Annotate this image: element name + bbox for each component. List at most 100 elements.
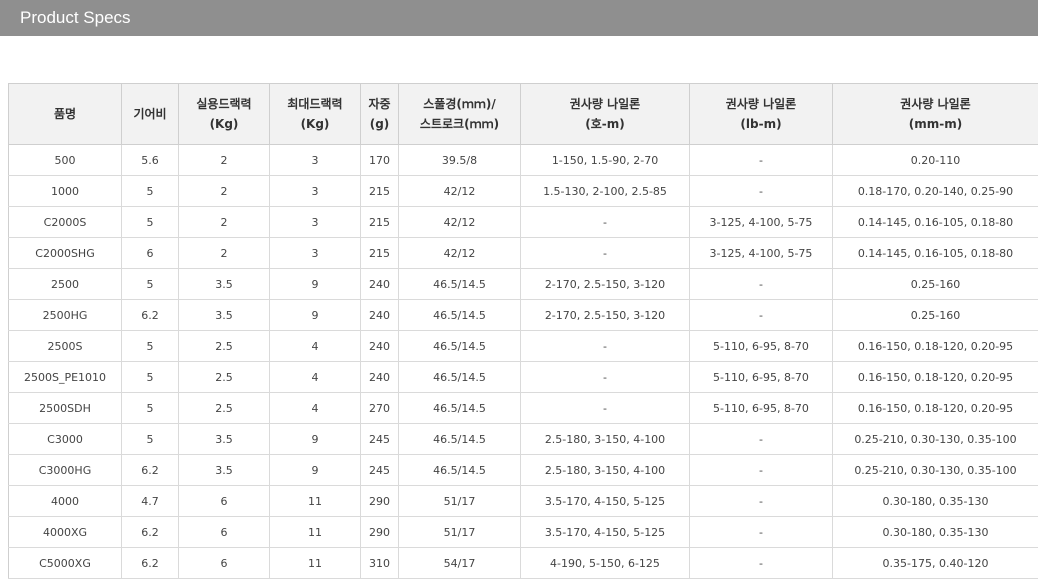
table-cell: 0.16-150, 0.18-120, 0.20-95 [832, 361, 1038, 393]
table-cell: C2000S [8, 206, 122, 238]
table-cell: 2.5 [178, 330, 270, 362]
table-cell: 3 [269, 175, 361, 207]
table-cell: 5 [121, 206, 179, 238]
specs-table-body: 500 5.6 2 3 170 39.5/8 1-150, 1.5-90, 2-70-0.2… [8, 144, 1038, 579]
table-cell: - [520, 392, 690, 424]
header-label: 자중 [368, 97, 391, 111]
table-cell: 6.2 [121, 299, 179, 331]
table-cell: 6 [121, 237, 179, 269]
table-cell: 3.5-170, 4-150, 5-125 [520, 485, 690, 517]
table-cell: 51/17 [398, 485, 521, 517]
table-cell: 245 [360, 454, 399, 486]
table-cell: 0.25-210, 0.30-130, 0.35-100 [832, 423, 1038, 455]
table-cell: 0.30-180, 0.35-130 [832, 516, 1038, 548]
table-cell: 2 [178, 175, 270, 207]
table-cell: 0.16-150, 0.18-120, 0.20-95 [832, 330, 1038, 362]
table-cell: 0.14-145, 0.16-105, 0.18-80 [832, 237, 1038, 269]
table-cell: 4 [269, 330, 361, 362]
table-cell: 3.5 [178, 299, 270, 331]
table-row: 4000 4.7 6 11 290 51/17 3.5-170, 4-150, 5-125-… [8, 485, 1038, 517]
table-cell: 6.2 [121, 547, 179, 579]
table-cell: 5 [121, 175, 179, 207]
table-cell: 46.5/14.5 [398, 299, 521, 331]
table-cell: 5-110, 6-95, 8-70 [689, 392, 833, 424]
table-cell: 9 [269, 423, 361, 455]
header-label: 스트로크(ｍｍ) [419, 117, 500, 131]
table-cell: 46.5/14.5 [398, 392, 521, 424]
table-cell: - [520, 330, 690, 362]
table-cell: 2-170, 2.5-150, 3-120 [520, 299, 690, 331]
table-cell: - [520, 237, 690, 269]
header-col-drag-max: 최대드랙력 (Kg) [269, 83, 361, 145]
table-row: C5000XG 6.2 6 11 310 54/17 4-190, 5-150, 6-125… [8, 547, 1038, 579]
table-cell: 42/12 [398, 237, 521, 269]
table-cell: 0.25-160 [832, 268, 1038, 300]
table-cell: - [520, 206, 690, 238]
table-row: C2000SHG 6 2 3 215 42/12-3-125, 4-100, 5-75 0.… [8, 237, 1038, 269]
header-col-product-name: 품명 [8, 83, 122, 145]
table-cell: 240 [360, 299, 399, 331]
table-row: 4000XG 6.2 6 11 290 51/17 3.5-170, 4-150, 5-12… [8, 516, 1038, 548]
table-cell: 5 [121, 392, 179, 424]
table-cell: 2.5 [178, 392, 270, 424]
header-label: (호-m) [585, 117, 625, 131]
header-label: (mm-m) [908, 117, 963, 131]
table-cell: - [520, 361, 690, 393]
table-cell: 290 [360, 516, 399, 548]
header-label: 권사량 나일론 [569, 97, 641, 111]
table-cell: 215 [360, 175, 399, 207]
table-cell: 3.5 [178, 454, 270, 486]
table-cell: 5-110, 6-95, 8-70 [689, 361, 833, 393]
table-cell: 215 [360, 206, 399, 238]
table-cell: 42/12 [398, 175, 521, 207]
table-cell: 4-190, 5-150, 6-125 [520, 547, 690, 579]
table-cell: 2.5-180, 3-150, 4-100 [520, 454, 690, 486]
table-cell: 46.5/14.5 [398, 454, 521, 486]
table-cell: 215 [360, 237, 399, 269]
table-cell: 3 [269, 237, 361, 269]
table-row: C3000 5 3.5 9 245 46.5/14.5 2.5-180, 3-150, 4-… [8, 423, 1038, 455]
table-cell: C3000HG [8, 454, 122, 486]
table-cell: 6 [178, 485, 270, 517]
specs-table-container: 품명 기어비 실용드랙력 (Kg) 최대드랙력 (Kg) 자중 (g) 스풀경(ｍｍ)/ 스트로크… [8, 83, 1038, 579]
table-cell: 0.20-110 [832, 144, 1038, 176]
table-cell: 5-110, 6-95, 8-70 [689, 330, 833, 362]
table-cell: 4 [269, 392, 361, 424]
table-cell: C2000SHG [8, 237, 122, 269]
table-cell: 270 [360, 392, 399, 424]
table-cell: - [689, 175, 833, 207]
table-cell: 170 [360, 144, 399, 176]
table-cell: 4 [269, 361, 361, 393]
page-header: Product Specs [0, 0, 1038, 36]
table-cell: 3.5-170, 4-150, 5-125 [520, 516, 690, 548]
table-row: 2500 5 3.5 9 240 46.5/14.5 2-170, 2.5-150, 3-1… [8, 268, 1038, 300]
table-cell: 6 [178, 516, 270, 548]
table-cell: - [689, 268, 833, 300]
table-cell: 9 [269, 299, 361, 331]
header-label: (g) [369, 117, 390, 131]
table-cell: 2500S [8, 330, 122, 362]
table-row: 2500S_PE1010 5 2.5 4 240 46.5/14.5-5-110, 6-9… [8, 361, 1038, 393]
table-cell: 3.5 [178, 268, 270, 300]
table-cell: 46.5/14.5 [398, 268, 521, 300]
table-row: 2500HG 6.2 3.5 9 240 46.5/14.5 2-170, 2.5-150,… [8, 299, 1038, 331]
table-cell: 42/12 [398, 206, 521, 238]
header-col-capacity-lb: 권사량 나일론 (lb-m) [689, 83, 833, 145]
table-cell: - [689, 485, 833, 517]
header-label: 스풀경(ｍｍ)/ [423, 97, 496, 111]
table-cell: 310 [360, 547, 399, 579]
table-cell: 2 [178, 206, 270, 238]
table-cell: 3 [269, 144, 361, 176]
table-row: 1000 5 2 3 215 42/12 1.5-130, 2-100, 2.5-85-0.… [8, 175, 1038, 207]
header-label: (Kg) [209, 117, 239, 131]
table-cell: 5 [121, 423, 179, 455]
table-cell: 5 [121, 268, 179, 300]
table-cell: 240 [360, 330, 399, 362]
table-cell: 0.25-160 [832, 299, 1038, 331]
header-col-weight: 자중 (g) [360, 83, 399, 145]
table-cell: 0.25-210, 0.30-130, 0.35-100 [832, 454, 1038, 486]
table-cell: - [689, 423, 833, 455]
table-cell: 0.30-180, 0.35-130 [832, 485, 1038, 517]
table-cell: - [689, 299, 833, 331]
header-label: (lb-m) [740, 117, 782, 131]
